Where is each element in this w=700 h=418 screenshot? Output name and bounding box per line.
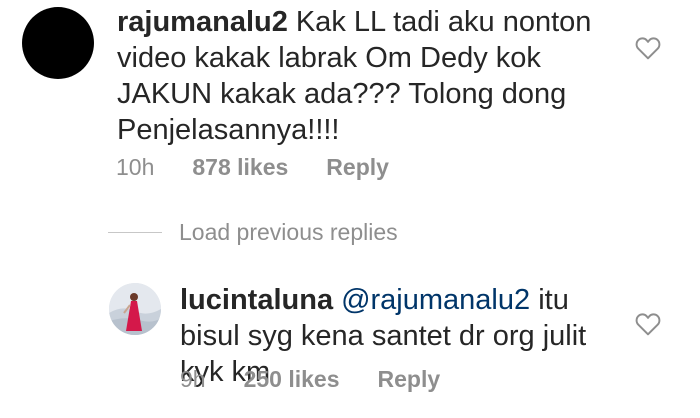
comment-likes[interactable]: 878 likes [192,154,288,181]
reply-avatar[interactable] [109,283,161,335]
commenter-username[interactable]: rajumanalu2 [117,6,288,38]
reply-mention[interactable]: @rajumanalu2 [341,284,530,316]
divider-line [108,232,162,233]
load-previous-replies-label[interactable]: Load previous replies [179,219,398,246]
heart-outline-icon[interactable] [635,36,661,60]
reply-username[interactable]: lucintaluna [180,284,333,316]
comment-reply-button[interactable]: Reply [326,154,389,181]
reply-time: 9h [180,366,206,392]
reply-reply-button[interactable]: Reply [378,366,441,393]
heart-outline-icon[interactable] [635,312,661,336]
comment-meta: 10h 878 likes Reply [116,154,389,181]
comment-time: 10h [116,154,155,180]
load-previous-replies[interactable]: Load previous replies [108,219,398,246]
commenter-avatar[interactable] [22,7,94,79]
comment-body: rajumanalu2 Kak LL tadi aku nonton video … [117,4,617,148]
reply-likes[interactable]: 250 likes [244,366,340,393]
reply-meta: 9h 250 likes Reply [180,366,440,393]
avatar-photo [109,283,161,335]
